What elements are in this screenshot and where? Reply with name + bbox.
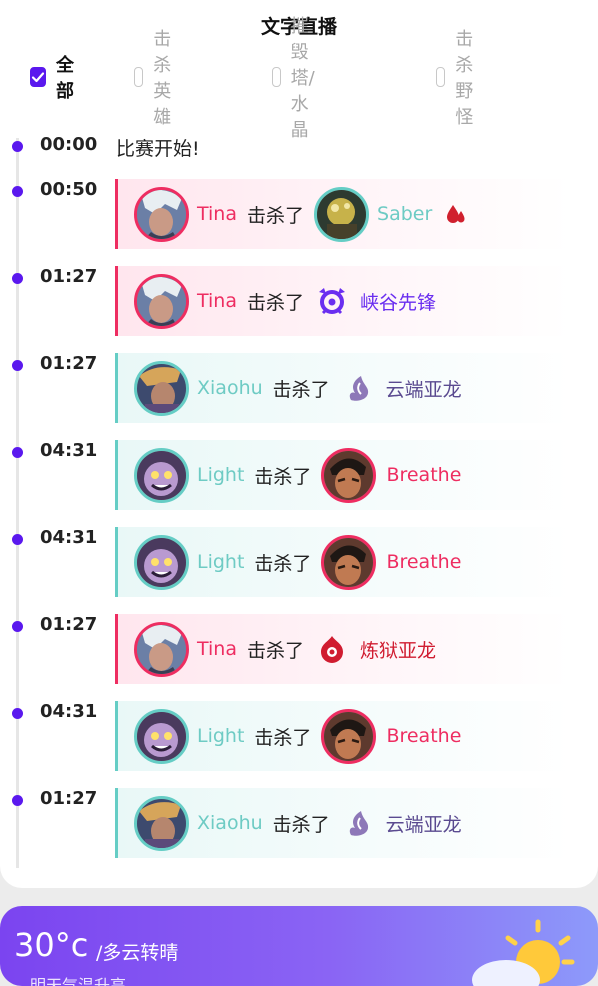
- player-avatar-breathe[interactable]: [321, 534, 377, 590]
- kill-row[interactable]: Light 击杀了 Breathe: [115, 527, 570, 597]
- kill-row[interactable]: Tina 击杀了 峡谷先锋: [115, 266, 570, 336]
- player-avatar-tina[interactable]: [134, 621, 189, 677]
- filter-label: 击杀英雄: [153, 29, 172, 128]
- player-avatar-breathe[interactable]: [321, 447, 377, 503]
- killer-name: Tina: [197, 203, 237, 225]
- killer-name: Light: [197, 464, 245, 486]
- timeline-dot: [12, 273, 23, 284]
- killer-name: Light: [197, 725, 245, 747]
- filter-all[interactable]: 全部: [30, 55, 78, 102]
- player-avatar-light[interactable]: [134, 534, 189, 590]
- killer-name: Light: [197, 551, 245, 573]
- event-time: 01:27: [40, 788, 98, 809]
- timeline-event: 04:31 Light 击杀了 Breathe: [0, 527, 598, 599]
- victim-name: Breathe: [386, 725, 462, 747]
- kill-verb: 击杀了: [247, 291, 305, 314]
- kill-verb: 击杀了: [272, 813, 330, 836]
- kill-verb: 击杀了: [254, 465, 312, 488]
- player-avatar-tina[interactable]: [134, 186, 189, 242]
- objective-name: 峡谷先锋: [360, 291, 437, 314]
- filter-kill-monsters[interactable]: 击杀野怪: [436, 29, 484, 128]
- checkbox-icon[interactable]: [436, 67, 446, 87]
- killer-name: Xiaohu: [197, 377, 263, 399]
- kill-verb: 击杀了: [254, 552, 312, 575]
- timeline-event: 04:31 Light 击杀了 Breathe: [0, 440, 598, 512]
- filter-kill-heroes[interactable]: 击杀英雄: [134, 29, 182, 128]
- first-blood-icon: [447, 205, 465, 223]
- objective-name: 炼狱亚龙: [360, 639, 437, 662]
- event-time: 04:31: [40, 701, 98, 722]
- objective-name: 云端亚龙: [385, 813, 462, 836]
- kill-row[interactable]: Light 击杀了 Breathe: [115, 701, 570, 771]
- timeline-dot: [12, 621, 23, 632]
- player-avatar-light[interactable]: [134, 708, 189, 764]
- weather-description: /多云转晴: [96, 942, 179, 964]
- weather-subtitle: …明天气温升高: [14, 976, 127, 986]
- timeline-event: 01:27 Tina 击杀了 炼狱亚龙: [0, 614, 598, 686]
- objective-name: 云端亚龙: [385, 378, 462, 401]
- timeline-dot: [12, 795, 23, 806]
- filter-label: 全部: [56, 55, 74, 102]
- infernal-drake-icon: [314, 631, 350, 667]
- kill-row[interactable]: Light 击杀了 Breathe: [115, 440, 570, 510]
- victim-name: Saber: [377, 203, 433, 225]
- event-time: 01:27: [40, 266, 98, 287]
- timeline-dot: [12, 141, 23, 152]
- event-time: 04:31: [40, 440, 98, 461]
- timeline-dot: [12, 447, 23, 458]
- event-text: 比赛开始!: [116, 138, 200, 160]
- event-time: 00:00: [40, 134, 98, 155]
- timeline-event: 00:50 Tina 击杀了 Saber: [0, 179, 598, 251]
- kill-verb: 击杀了: [254, 726, 312, 749]
- player-avatar-tina[interactable]: [134, 273, 189, 329]
- filter-destroy-towers[interactable]: 摧毁塔/水晶: [272, 16, 326, 141]
- victim-name: Breathe: [386, 464, 462, 486]
- event-time: 01:27: [40, 614, 98, 635]
- kill-row[interactable]: Xiaohu 击杀了 云端亚龙: [115, 788, 570, 858]
- kill-row[interactable]: Tina 击杀了 Saber: [115, 179, 570, 249]
- player-avatar-breathe[interactable]: [321, 708, 377, 764]
- killer-name: Xiaohu: [197, 812, 263, 834]
- player-avatar-light[interactable]: [134, 447, 189, 503]
- live-text-panel: 文字直播 全部 击杀英雄 摧毁塔/水晶 击杀野怪 00:00 比赛开始! 00:…: [0, 0, 598, 888]
- timeline-event: 04:31 Light 击杀了 Breathe: [0, 701, 598, 773]
- checkbox-icon[interactable]: [272, 67, 281, 87]
- kill-row[interactable]: Tina 击杀了 炼狱亚龙: [115, 614, 570, 684]
- kill-verb: 击杀了: [247, 639, 305, 662]
- timeline-event: 01:27 Xiaohu 击杀了 云端亚龙: [0, 788, 598, 860]
- event-time: 01:27: [40, 353, 98, 374]
- checkbox-icon[interactable]: [134, 67, 144, 87]
- timeline-dot: [12, 360, 23, 371]
- checkbox-checked-icon[interactable]: [30, 67, 46, 87]
- victim-name: Breathe: [386, 551, 462, 573]
- kill-verb: 击杀了: [272, 378, 330, 401]
- rift-herald-icon: [314, 283, 350, 319]
- player-avatar-saber[interactable]: [314, 186, 370, 242]
- timeline-dot: [12, 186, 23, 197]
- timeline-event: 01:27 Tina 击杀了 峡谷先锋: [0, 266, 598, 338]
- timeline-dot: [12, 534, 23, 545]
- filter-label: 击杀野怪: [455, 29, 474, 128]
- kill-verb: 击杀了: [247, 204, 305, 227]
- timeline-event: 01:27 Xiaohu 击杀了 云端亚龙: [0, 353, 598, 425]
- partly-sunny-icon: [472, 919, 575, 986]
- event-time: 00:50: [40, 179, 98, 200]
- cloud-drake-icon: [340, 370, 376, 406]
- player-avatar-xiaohu[interactable]: [134, 795, 189, 851]
- kill-row[interactable]: Xiaohu 击杀了 云端亚龙: [115, 353, 570, 423]
- player-avatar-xiaohu[interactable]: [134, 360, 189, 416]
- cloud-drake-icon: [340, 805, 376, 841]
- timeline-dot: [12, 708, 23, 719]
- weather-temperature: 30°c: [14, 926, 89, 964]
- weather-card[interactable]: 30°c /多云转晴 …明天气温升高: [0, 906, 598, 986]
- killer-name: Tina: [197, 290, 237, 312]
- filter-label: 摧毁塔/水晶: [290, 16, 315, 141]
- event-time: 04:31: [40, 527, 98, 548]
- killer-name: Tina: [197, 638, 237, 660]
